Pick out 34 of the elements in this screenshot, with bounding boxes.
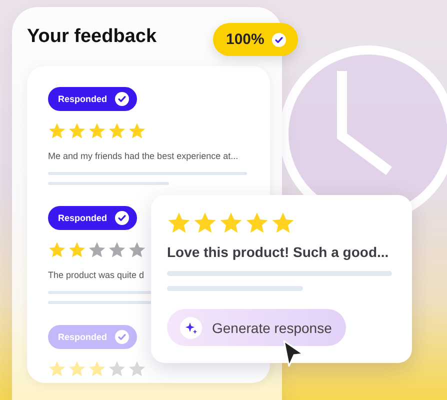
filled-star-icon [88,122,106,140]
filled-star-icon [193,211,217,235]
filled-star-icon [167,211,191,235]
filled-star-icon [128,122,146,140]
panel-title: Your feedback [27,26,157,48]
empty-star-icon [128,241,146,259]
filled-star-icon [68,241,86,259]
filled-star-icon [48,241,66,259]
filled-star-icon [219,211,243,235]
sparkle-icon [180,316,202,338]
completion-label: 100% [226,31,264,48]
generate-response-button[interactable]: Generate response [167,309,346,346]
filled-star-icon [68,360,86,378]
review-text: Love this product! Such a good... [167,244,390,260]
review-text: Me and my friends had the best experience at... [48,151,238,161]
empty-star-icon [108,241,126,259]
filled-star-icon [271,211,295,235]
status-label: Responded [58,332,108,342]
review-text: The product was quite d [48,270,144,280]
check-icon [115,330,130,344]
check-icon [115,211,130,225]
filled-star-icon [245,211,269,235]
filled-star-icon [48,360,66,378]
filled-star-icon [48,122,66,140]
status-label: Responded [58,94,108,104]
status-label: Responded [58,213,108,223]
filled-star-icon [68,122,86,140]
check-icon [115,92,130,106]
filled-star-icon [108,122,126,140]
filled-star-icon [88,360,106,378]
empty-star-icon [128,360,146,378]
empty-star-icon [88,241,106,259]
empty-star-icon [108,360,126,378]
check-icon [272,32,286,46]
